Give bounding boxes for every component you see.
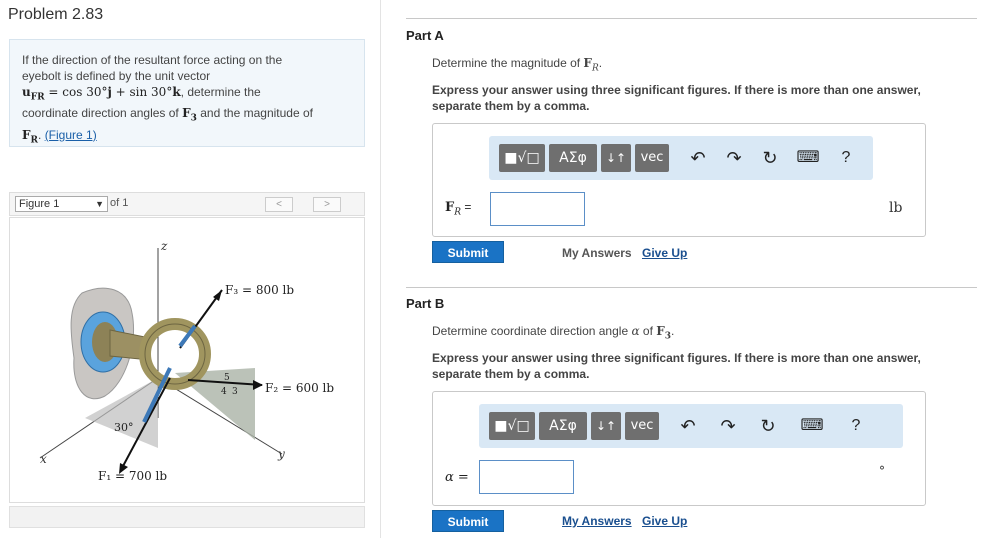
part-a-variable-eq: = — [461, 200, 472, 214]
undo-icon[interactable]: ↶ — [685, 144, 711, 172]
redo-icon[interactable]: ↷ — [715, 412, 741, 440]
part-a-answer-box: ■√□ ΑΣφ ↓↑ vec ↶ ↷ ↻ ⌨ ? FR = lb — [432, 123, 926, 237]
eyebolt-figure: z x y F₃ = 800 lb F₂ = 600 lb F₁ = 700 l… — [39, 239, 334, 483]
part-a-variable-sub: R — [454, 207, 462, 218]
f1-label: F₁ = 700 lb — [98, 469, 167, 483]
templates-button[interactable]: ■√□ — [499, 144, 545, 172]
unit-vector-subscript: FR — [30, 92, 45, 103]
part-a-question-period: . — [598, 56, 603, 70]
part-a-math-toolbar: ■√□ ΑΣφ ↓↑ vec ↶ ↷ ↻ ⌨ ? — [489, 136, 873, 180]
y-axis-label: y — [277, 447, 285, 461]
part-b-label: Part B — [406, 296, 445, 311]
part-a-submit-button[interactable]: Submit — [432, 241, 504, 263]
statement-line-4: coordinate direction angles of F3 and th… — [22, 105, 354, 126]
part-a-variable-symbol: F — [445, 200, 455, 215]
unit-vector-plus: + sin 30° — [111, 85, 173, 99]
triangle-3-label: 3 — [232, 387, 238, 397]
reset-icon[interactable]: ↻ — [755, 412, 781, 440]
arrows-button[interactable]: ↓↑ — [601, 144, 631, 172]
reset-icon[interactable]: ↻ — [757, 144, 783, 172]
prev-figure-button[interactable]: < — [265, 197, 293, 212]
f2-label: F₂ = 600 lb — [265, 381, 334, 395]
part-b-question-f: F — [656, 324, 665, 338]
f3-label: F₃ = 800 lb — [225, 283, 294, 297]
statement-line-4b: and the magnitude of — [196, 106, 313, 121]
part-b-instructions: Express your answer using three signific… — [432, 351, 921, 381]
statement-line-2: eyebolt is defined by the unit vector — [22, 69, 211, 83]
figure-link[interactable]: (Figure 1) — [45, 128, 97, 142]
fr-subscript: R — [30, 135, 39, 146]
part-a-question-var: F — [583, 56, 592, 70]
part-b-my-answers-link[interactable]: My Answers — [562, 514, 632, 528]
redo-icon[interactable]: ↷ — [721, 144, 747, 172]
k-symbol: k — [172, 85, 181, 99]
part-a-give-up-link[interactable]: Give Up — [642, 246, 687, 260]
part-b-question-text: Determine coordinate direction angle — [432, 324, 632, 338]
undo-icon[interactable]: ↶ — [675, 412, 701, 440]
statement-line-3: uFR = cos 30°j + sin 30°k, determine the — [22, 84, 354, 105]
figure-count: of 1 — [110, 197, 129, 209]
part-b-variable-label: α = — [445, 470, 469, 485]
help-icon[interactable]: ? — [833, 144, 859, 172]
figure-area: z x y F₃ = 800 lb F₂ = 600 lb F₁ = 700 l… — [9, 217, 365, 503]
part-b-answer-input[interactable] — [479, 460, 574, 494]
part-b-divider — [406, 287, 977, 288]
x-axis-label: x — [40, 452, 47, 466]
greek-symbols-button[interactable]: ΑΣφ — [539, 412, 587, 440]
help-icon[interactable]: ? — [843, 412, 869, 440]
fr-symbol: F — [22, 127, 31, 142]
part-b-submit-button[interactable]: Submit — [432, 510, 504, 532]
triangle-4-label: 4 — [221, 387, 227, 397]
part-b-question-var: α — [631, 324, 640, 338]
part-a-my-answers-link[interactable]: My Answers — [562, 246, 632, 260]
statement-period: . — [38, 127, 45, 142]
templates-button[interactable]: ■√□ — [489, 412, 535, 440]
triangle-5-label: 5 — [224, 373, 230, 383]
part-b-answer-box: ■√□ ΑΣφ ↓↑ vec ↶ ↷ ↻ ⌨ ? α = ° — [432, 391, 926, 506]
part-b-question-mid: of — [639, 324, 657, 338]
greek-symbols-button[interactable]: ΑΣφ — [549, 144, 597, 172]
problem-panel: Problem 2.83 If the direction of the res… — [0, 0, 381, 538]
vec-button[interactable]: vec — [635, 144, 669, 172]
statement-line-1: If the direction of the resultant force … — [22, 53, 283, 67]
f3-symbol: F — [182, 106, 191, 121]
part-a-question-sub: R — [591, 63, 599, 74]
z-axis-label: z — [160, 239, 168, 253]
keyboard-icon[interactable]: ⌨ — [795, 144, 821, 172]
figure-select-value: Figure 1 — [19, 198, 60, 210]
part-a-question: Determine the magnitude of FR. — [432, 56, 602, 73]
problem-title: Problem 2.83 — [8, 6, 104, 23]
part-b-math-toolbar: ■√□ ΑΣφ ↓↑ vec ↶ ↷ ↻ ⌨ ? — [479, 404, 903, 448]
part-b-unit: ° — [879, 464, 885, 478]
figure-select[interactable]: Figure 1 ▼ — [15, 196, 108, 212]
f2-arrowhead — [253, 380, 263, 390]
part-a-instructions: Express your answer using three signific… — [432, 83, 921, 113]
part-a-label: Part A — [406, 28, 444, 43]
next-figure-button[interactable]: > — [313, 197, 341, 212]
part-a-divider — [406, 18, 977, 19]
statement-line-3-tail: , determine the — [180, 85, 261, 99]
answer-panel: Part A Determine the magnitude of FR. Ex… — [381, 0, 987, 538]
dropdown-arrow-icon: ▼ — [95, 199, 104, 209]
arrows-button[interactable]: ↓↑ — [591, 412, 621, 440]
statement-line-5: FR. (Figure 1) — [22, 127, 354, 148]
part-a-unit: lb — [889, 200, 903, 216]
unit-vector-symbol: u — [22, 85, 31, 99]
keyboard-icon[interactable]: ⌨ — [799, 412, 825, 440]
vec-button[interactable]: vec — [625, 412, 659, 440]
figure-footer — [9, 506, 365, 528]
figure-navigation-bar: Figure 1 ▼ of 1 < > — [9, 192, 365, 216]
statement-line-4a: coordinate direction angles of — [22, 106, 183, 121]
problem-statement: If the direction of the resultant force … — [9, 39, 365, 147]
part-a-question-text: Determine the magnitude of — [432, 56, 584, 70]
eyebolt-ring-outline — [144, 323, 206, 385]
part-b-question-period: . — [671, 324, 675, 338]
part-b-give-up-link[interactable]: Give Up — [642, 514, 687, 528]
part-b-question: Determine coordinate direction angle α o… — [432, 324, 674, 341]
part-a-answer-input[interactable] — [490, 192, 585, 226]
part-a-variable-label: FR = — [445, 200, 471, 218]
angle-label: 30° — [114, 421, 134, 434]
unit-vector-eq: = cos 30° — [44, 85, 108, 99]
